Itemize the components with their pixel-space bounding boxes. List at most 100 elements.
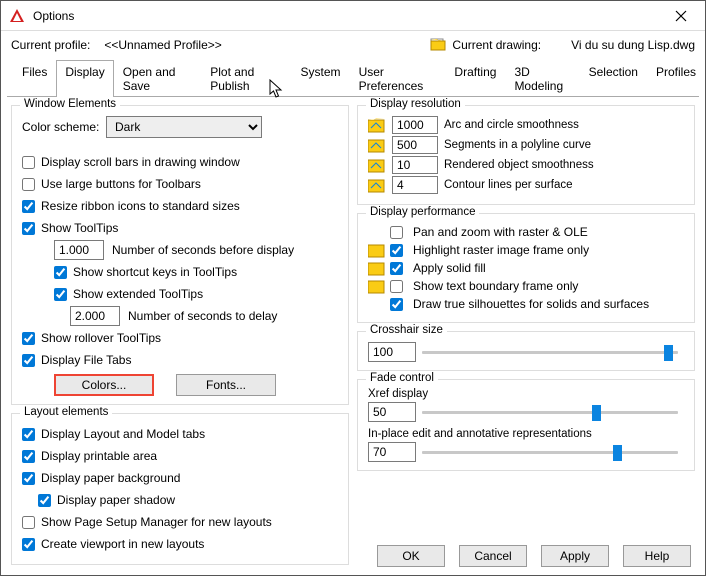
file-tabs-label: Display File Tabs: [41, 353, 131, 367]
solid-label: Apply solid fill: [413, 261, 486, 275]
drawing-icon: [430, 37, 446, 53]
printable-checkbox[interactable]: [22, 450, 35, 463]
solid-checkbox[interactable]: [390, 262, 403, 275]
paper-shadow-checkbox[interactable]: [38, 494, 51, 507]
group-layout-elements: Layout elements Display Layout and Model…: [11, 413, 349, 565]
tab-open-save[interactable]: Open and Save: [114, 60, 202, 97]
con-label: Contour lines per surface: [444, 179, 572, 191]
highlight-checkbox[interactable]: [390, 244, 403, 257]
file-tabs-checkbox[interactable]: [22, 354, 35, 367]
close-icon[interactable]: [665, 1, 697, 31]
group-crosshair: Crosshair size: [357, 331, 695, 371]
show-extended-checkbox[interactable]: [54, 288, 67, 301]
cancel-button[interactable]: Cancel: [459, 545, 527, 567]
color-scheme-select[interactable]: Dark: [106, 116, 262, 138]
dwg-icon: [368, 278, 386, 294]
large-buttons-checkbox[interactable]: [22, 178, 35, 191]
tab-drafting[interactable]: Drafting: [445, 60, 505, 97]
dwg-icon: [368, 117, 386, 133]
group-fade: Fade control Xref display In-place edit …: [357, 379, 695, 471]
paper-bg-label: Display paper background: [41, 471, 180, 485]
colors-button[interactable]: Colors...: [54, 374, 154, 396]
group-title-display-performance: Display performance: [366, 206, 479, 218]
show-tooltips-label: Show ToolTips: [41, 221, 118, 235]
page-setup-label: Show Page Setup Manager for new layouts: [41, 515, 272, 529]
group-title-window-elements: Window Elements: [20, 98, 120, 110]
resize-ribbon-label: Resize ribbon icons to standard sizes: [41, 199, 240, 213]
group-display-resolution: Display resolution Arc and circle smooth…: [357, 105, 695, 205]
seconds-before-label: Number of seconds before display: [112, 243, 294, 257]
group-title-crosshair: Crosshair size: [366, 324, 447, 336]
resize-ribbon-checkbox[interactable]: [22, 200, 35, 213]
tab-selection[interactable]: Selection: [580, 60, 647, 97]
create-viewport-checkbox[interactable]: [22, 538, 35, 551]
pan-checkbox[interactable]: [390, 226, 403, 239]
layout-model-checkbox[interactable]: [22, 428, 35, 441]
highlight-label: Highlight raster image frame only: [413, 243, 589, 257]
color-scheme-label: Color scheme:: [22, 120, 106, 134]
show-tooltips-checkbox[interactable]: [22, 222, 35, 235]
pan-label: Pan and zoom with raster & OLE: [413, 225, 588, 239]
page-setup-checkbox[interactable]: [22, 516, 35, 529]
crosshair-slider[interactable]: [422, 343, 678, 361]
scroll-bars-checkbox[interactable]: [22, 156, 35, 169]
ok-button[interactable]: OK: [377, 545, 445, 567]
tab-profiles[interactable]: Profiles: [647, 60, 705, 97]
xref-slider[interactable]: [422, 403, 678, 421]
xref-label: Xref display: [368, 388, 684, 400]
group-title-fade: Fade control: [366, 372, 438, 384]
rollover-checkbox[interactable]: [22, 332, 35, 345]
group-window-elements: Window Elements Color scheme: Dark Displ…: [11, 105, 349, 405]
scroll-bars-label: Display scroll bars in drawing window: [41, 155, 240, 169]
printable-label: Display printable area: [41, 449, 157, 463]
boundary-label: Show text boundary frame only: [413, 279, 578, 293]
dwg-icon: [368, 137, 386, 153]
inplace-label: In-place edit and annotative representat…: [368, 428, 684, 440]
ren-label: Rendered object smoothness: [444, 159, 594, 171]
drawing-file: Vi du su dung Lisp.dwg: [571, 38, 695, 52]
layout-model-label: Display Layout and Model tabs: [41, 427, 205, 441]
tab-plot-publish[interactable]: Plot and Publish: [201, 60, 291, 97]
profile-value: <<Unnamed Profile>>: [104, 38, 221, 52]
dwg-icon: [368, 260, 386, 276]
tab-user-prefs[interactable]: User Preferences: [350, 60, 446, 97]
arc-input[interactable]: [392, 116, 438, 134]
paper-shadow-label: Display paper shadow: [57, 493, 175, 507]
tab-files[interactable]: Files: [13, 60, 56, 97]
show-shortcut-checkbox[interactable]: [54, 266, 67, 279]
show-shortcut-label: Show shortcut keys in ToolTips: [73, 265, 237, 279]
header-row: Current profile: <<Unnamed Profile>> Cur…: [1, 31, 705, 59]
ren-input[interactable]: [392, 156, 438, 174]
dwg-icon: [368, 157, 386, 173]
paper-bg-checkbox[interactable]: [22, 472, 35, 485]
profile-label: Current profile:: [11, 38, 90, 52]
group-title-layout-elements: Layout elements: [20, 406, 112, 418]
apply-button[interactable]: Apply: [541, 545, 609, 567]
inplace-slider[interactable]: [422, 443, 678, 461]
tab-display[interactable]: Display: [56, 60, 113, 97]
footer-buttons: OK Cancel Apply Help: [377, 545, 691, 567]
dwg-icon: [368, 242, 386, 258]
tab-system[interactable]: System: [292, 60, 350, 97]
large-buttons-label: Use large buttons for Toolbars: [41, 177, 201, 191]
help-button[interactable]: Help: [623, 545, 691, 567]
fonts-button[interactable]: Fonts...: [176, 374, 276, 396]
seconds-before-input[interactable]: [54, 240, 104, 260]
tabs: Files Display Open and Save Plot and Pub…: [1, 59, 705, 96]
app-icon: [9, 8, 25, 24]
con-input[interactable]: [392, 176, 438, 194]
seg-label: Segments in a polyline curve: [444, 139, 591, 151]
inplace-input[interactable]: [368, 442, 416, 462]
drawing-label: Current drawing:: [452, 38, 541, 52]
titlebar: Options: [1, 1, 705, 31]
boundary-checkbox[interactable]: [390, 280, 403, 293]
seconds-delay-input[interactable]: [70, 306, 120, 326]
dwg-icon: [368, 177, 386, 193]
crosshair-input[interactable]: [368, 342, 416, 362]
show-extended-label: Show extended ToolTips: [73, 287, 203, 301]
group-title-display-resolution: Display resolution: [366, 98, 465, 110]
xref-input[interactable]: [368, 402, 416, 422]
silhouettes-checkbox[interactable]: [390, 298, 403, 311]
tab-3d-modeling[interactable]: 3D Modeling: [505, 60, 579, 97]
seg-input[interactable]: [392, 136, 438, 154]
